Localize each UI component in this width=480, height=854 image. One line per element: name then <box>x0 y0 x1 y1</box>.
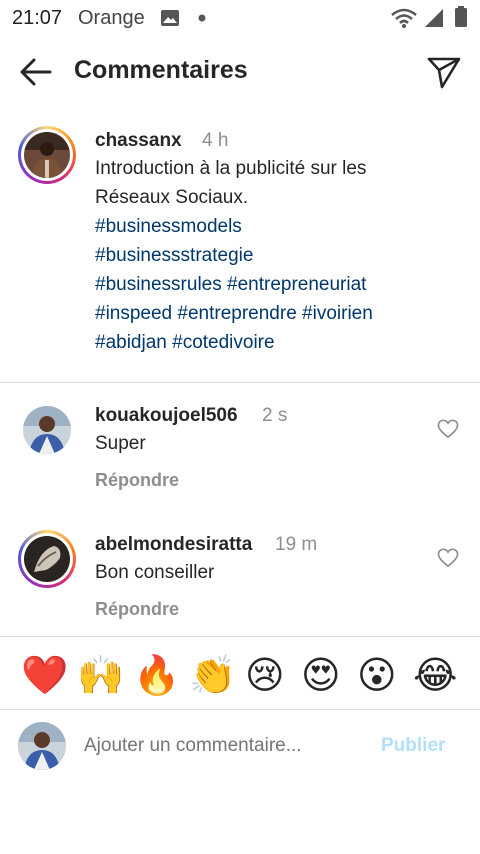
avatar[interactable] <box>23 406 71 454</box>
hashtag-line[interactable]: #inspeed #entreprendre #ivoirien <box>95 299 373 328</box>
divider <box>0 709 480 710</box>
reply-button[interactable]: Répondre <box>95 470 179 491</box>
send-icon[interactable] <box>426 54 462 90</box>
gallery-notification-icon <box>161 10 179 26</box>
avatar[interactable] <box>24 536 70 582</box>
battery-icon <box>455 6 467 27</box>
status-time: 21:07 <box>12 7 63 29</box>
signal-icon <box>425 9 443 27</box>
clapping-hands-emoji-icon[interactable]: 👏 <box>189 652 236 698</box>
crying-face-emoji-icon[interactable]: 😢 <box>245 652 285 698</box>
comment-time: 19 m <box>275 534 318 555</box>
raising-hands-emoji-icon[interactable]: 🙌 <box>77 652 124 698</box>
red-heart-emoji-icon[interactable]: ❤️ <box>21 652 68 698</box>
avatar[interactable] <box>24 132 70 178</box>
comment-text: Bon conseiller <box>95 562 215 583</box>
comment-time: 2 s <box>262 405 288 426</box>
publish-button[interactable]: Publier <box>381 735 445 757</box>
heart-eyes-emoji-icon[interactable]: 😍 <box>301 652 341 698</box>
avatar <box>18 722 66 770</box>
hashtag-line[interactable]: #businessmodels <box>95 212 373 241</box>
post-username[interactable]: chassanx <box>95 130 182 152</box>
post-text-line: Réseaux Sociaux. <box>95 187 249 208</box>
hashtag-line[interactable]: #businessstrategie <box>95 241 373 270</box>
notification-dot-icon <box>198 14 206 22</box>
comment-username[interactable]: kouakoujoel506 <box>95 405 238 427</box>
comment-input[interactable] <box>82 734 376 758</box>
divider <box>0 636 480 637</box>
post-time: 4 h <box>202 130 229 151</box>
reply-button[interactable]: Répondre <box>95 599 179 620</box>
fire-emoji-icon[interactable]: 🔥 <box>133 652 180 698</box>
hashtag-line[interactable]: #businessrules #entrepreneuriat <box>95 270 373 299</box>
hashtag-line[interactable]: #abidjan #cotedivoire <box>95 328 373 357</box>
status-carrier: Orange <box>78 7 145 29</box>
app-header: Commentaires <box>0 36 480 108</box>
comment-text: Super <box>95 433 146 454</box>
post-text: Introduction à la publicité sur les Rése… <box>95 154 373 357</box>
heart-icon[interactable] <box>437 548 459 568</box>
divider <box>0 382 480 383</box>
back-arrow-icon[interactable] <box>18 54 54 90</box>
heart-icon[interactable] <box>437 419 459 439</box>
wifi-icon <box>391 8 417 28</box>
status-bar: 21:07 Orange <box>0 0 480 36</box>
post-text-line: Introduction à la publicité sur les <box>95 158 367 179</box>
comment-username[interactable]: abelmondesiratta <box>95 534 252 556</box>
tears-of-joy-emoji-icon[interactable]: 😂 <box>413 652 457 698</box>
surprised-face-emoji-icon[interactable]: 😮 <box>357 652 397 698</box>
page-title: Commentaires <box>74 56 248 84</box>
